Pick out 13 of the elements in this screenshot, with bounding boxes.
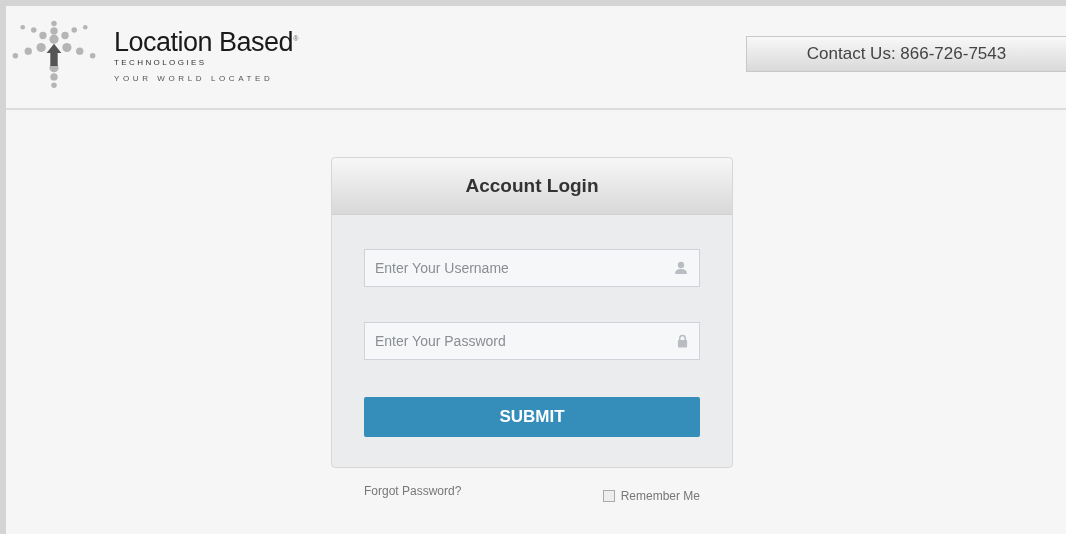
input-field[interactable]: Enter Your Password [364, 322, 700, 360]
user-icon [674, 261, 688, 275]
brand-subtitle: TECHNOLOGIES [114, 57, 208, 67]
panel-title: Account Login [465, 175, 599, 197]
forgot-password-link[interactable]: Forgot Password? [364, 484, 462, 503]
contact-button[interactable]: Contact Us: 866-726-7543 [746, 36, 1066, 72]
brand-name: Location Based [114, 26, 294, 57]
remember-label: Remember Me [620, 489, 700, 503]
submit-button[interactable]: SUBMIT [364, 397, 700, 437]
lock-icon [677, 334, 688, 348]
tagline: YOUR WORLD LOCATED [114, 73, 275, 83]
remember-checkbox[interactable] [602, 490, 615, 502]
input-field[interactable]: Enter Your Username [364, 249, 700, 287]
